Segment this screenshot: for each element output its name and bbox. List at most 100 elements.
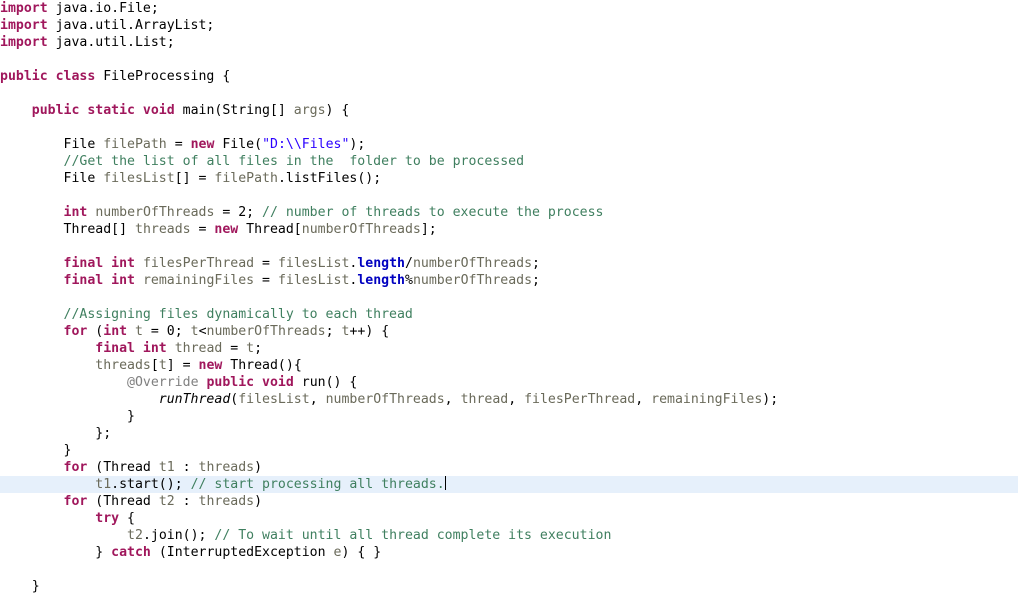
- token-var: t2: [127, 528, 143, 543]
- code-line[interactable]: File filePath = new File("D:\\Files");: [0, 136, 1024, 153]
- token-pln: =: [254, 273, 278, 288]
- token-var: thread: [461, 392, 509, 407]
- code-line[interactable]: [0, 187, 1024, 204]
- code-line[interactable]: };: [0, 425, 1024, 442]
- indent-space: [0, 222, 64, 237]
- token-pln: [135, 256, 143, 271]
- token-cmt: // start processing all threads.: [191, 477, 445, 492]
- token-pln: ;: [254, 341, 262, 356]
- indent-space: [0, 375, 127, 390]
- code-line[interactable]: final int remainingFiles = filesList.len…: [0, 272, 1024, 289]
- code-line[interactable]: [0, 119, 1024, 136]
- token-kw: final int: [95, 341, 166, 356]
- token-kw: new: [214, 222, 238, 237]
- token-str: "D:\\Files": [262, 137, 349, 152]
- code-text-area[interactable]: import java.io.File;import java.util.Arr…: [0, 0, 1024, 595]
- token-var: threads: [95, 358, 151, 373]
- code-line[interactable]: [0, 561, 1024, 578]
- token-kw: public class: [0, 69, 95, 84]
- code-line[interactable]: for (Thread t2 : threads): [0, 493, 1024, 510]
- code-line[interactable]: t1.start(); // start processing all thre…: [0, 476, 1018, 493]
- code-line[interactable]: }: [0, 442, 1024, 459]
- code-line[interactable]: Thread[] threads = new Thread[numberOfTh…: [0, 221, 1024, 238]
- code-line[interactable]: [0, 85, 1024, 102]
- token-var: numberOfThreads: [413, 273, 532, 288]
- token-pln: }: [64, 443, 72, 458]
- token-kw: public static void: [32, 103, 175, 118]
- token-var: numberOfThreads: [413, 256, 532, 271]
- code-line[interactable]: import java.io.File;: [0, 0, 1024, 17]
- token-cmt: //Get the list of all files in the folde…: [64, 154, 525, 169]
- code-line[interactable]: } catch (InterruptedException e) { }: [0, 544, 1024, 561]
- token-pln: [167, 341, 175, 356]
- indent-space: [0, 494, 64, 509]
- code-editor[interactable]: import java.io.File;import java.util.Arr…: [0, 0, 1024, 607]
- token-pln: java.io.File;: [48, 1, 159, 16]
- indent-space: [0, 307, 64, 322]
- code-line[interactable]: [0, 238, 1024, 255]
- token-pln: }: [95, 545, 111, 560]
- token-var: t2: [159, 494, 175, 509]
- token-kw: for: [64, 460, 88, 475]
- token-pln: }: [127, 409, 135, 424]
- indent-space: [0, 545, 95, 560]
- code-line[interactable]: import java.util.ArrayList;: [0, 17, 1024, 34]
- token-pln: ;: [532, 256, 540, 271]
- indent-space: [0, 443, 64, 458]
- code-line[interactable]: threads[t] = new Thread(){: [0, 357, 1024, 374]
- token-pln: ,: [310, 392, 326, 407]
- token-pln: .join();: [143, 528, 214, 543]
- code-line[interactable]: public static void main(String[] args) {: [0, 102, 1024, 119]
- code-line[interactable]: }: [0, 578, 1024, 595]
- code-line[interactable]: //Get the list of all files in the folde…: [0, 153, 1024, 170]
- token-pln: run() {: [294, 375, 358, 390]
- indent-space: [0, 392, 159, 407]
- indent-space: [0, 324, 64, 339]
- code-line[interactable]: File filesList[] = filePath.listFiles();: [0, 170, 1024, 187]
- code-line[interactable]: //Assigning files dynamically to each th…: [0, 306, 1024, 323]
- token-fld: length: [357, 273, 405, 288]
- token-kw: import: [0, 1, 48, 16]
- token-sm: runThread: [159, 392, 230, 407]
- token-var: threads: [199, 460, 255, 475]
- token-pln: (Thread: [87, 494, 158, 509]
- token-pln: [] =: [175, 171, 215, 186]
- code-line[interactable]: import java.util.List;: [0, 34, 1024, 51]
- token-var: thread: [175, 341, 223, 356]
- token-var: t: [135, 324, 143, 339]
- indent-space: [0, 511, 95, 526]
- token-pln: main(String[]: [175, 103, 294, 118]
- token-pln: :: [175, 460, 199, 475]
- token-kw: final int: [64, 273, 135, 288]
- token-kw: for: [64, 324, 88, 339]
- token-pln: ,: [445, 392, 461, 407]
- code-line[interactable]: [0, 289, 1024, 306]
- token-kw: for: [64, 494, 88, 509]
- token-var: numberOfThreads: [326, 392, 445, 407]
- indent-space: [0, 205, 64, 220]
- token-pln: ) { }: [341, 545, 381, 560]
- token-var: t: [159, 358, 167, 373]
- token-var: filesList: [238, 392, 309, 407]
- code-line[interactable]: [0, 51, 1024, 68]
- indent-space: [0, 341, 95, 356]
- code-line[interactable]: for (Thread t1 : threads): [0, 459, 1024, 476]
- code-line[interactable]: final int filesPerThread = filesList.len…: [0, 255, 1024, 272]
- code-line[interactable]: t2.join(); // To wait until all thread c…: [0, 527, 1024, 544]
- token-var: args: [294, 103, 326, 118]
- code-line[interactable]: public class FileProcessing {: [0, 68, 1024, 85]
- token-ann: @Override: [127, 375, 198, 390]
- code-line[interactable]: @Override public void run() {: [0, 374, 1024, 391]
- code-line[interactable]: }: [0, 408, 1024, 425]
- token-pln: .listFiles();: [278, 171, 381, 186]
- token-var: filesPerThread: [143, 256, 254, 271]
- code-line[interactable]: runThread(filesList, numberOfThreads, th…: [0, 391, 1024, 408]
- token-pln: FileProcessing {: [95, 69, 230, 84]
- token-var: numberOfThreads: [302, 222, 421, 237]
- token-pln: ;: [326, 324, 342, 339]
- token-pln: %: [405, 273, 413, 288]
- code-line[interactable]: final int thread = t;: [0, 340, 1024, 357]
- code-line[interactable]: try {: [0, 510, 1024, 527]
- code-line[interactable]: int numberOfThreads = 2; // number of th…: [0, 204, 1024, 221]
- code-line[interactable]: for (int t = 0; t<numberOfThreads; t++) …: [0, 323, 1024, 340]
